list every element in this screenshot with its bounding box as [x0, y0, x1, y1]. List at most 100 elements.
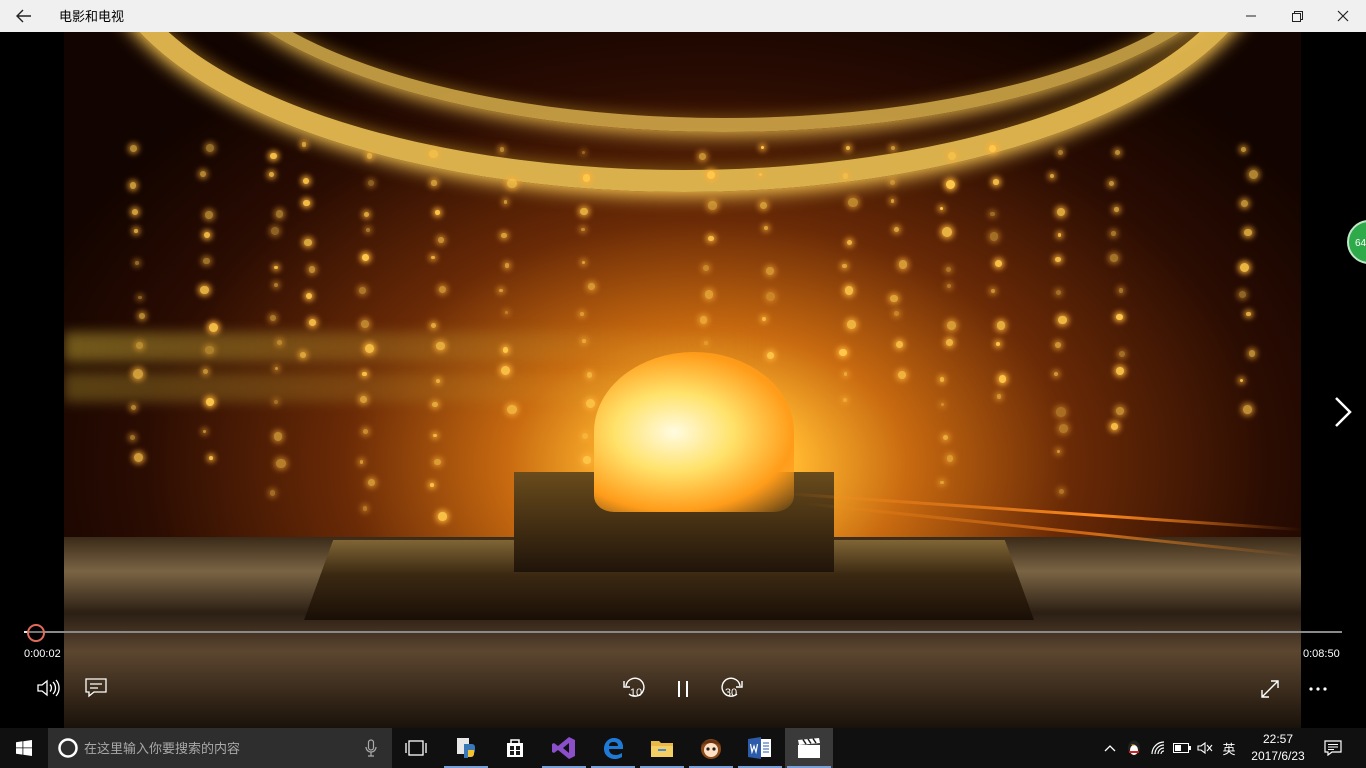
sparkle-decoration	[367, 180, 374, 187]
tray-qq[interactable]	[1123, 728, 1145, 768]
taskbar-app-avatar[interactable]	[687, 728, 735, 768]
sparkle-decoration	[206, 397, 215, 406]
sparkle-decoration	[269, 314, 277, 322]
task-view-button[interactable]	[392, 728, 440, 768]
sparkle-decoration	[897, 370, 906, 379]
sparkle-decoration	[1058, 488, 1064, 494]
pause-button[interactable]	[671, 676, 695, 702]
more-options-button[interactable]	[1304, 676, 1332, 702]
sparkle-decoration	[366, 152, 373, 159]
clock-date: 2017/6/23	[1251, 749, 1305, 763]
sparkle-decoration	[996, 341, 1000, 346]
sparkle-decoration	[274, 265, 278, 269]
sparkle-decoration	[587, 372, 593, 378]
sparkle-decoration	[890, 199, 895, 203]
tray-volume[interactable]	[1194, 728, 1216, 768]
sparkle-decoration	[362, 371, 367, 377]
subtitles-button[interactable]	[82, 676, 110, 700]
sparkle-decoration	[583, 456, 591, 464]
tray-battery[interactable]	[1171, 728, 1193, 768]
taskbar-app-file-explorer[interactable]	[638, 728, 686, 768]
sparkle-decoration	[438, 285, 446, 293]
sparkle-decoration	[842, 397, 847, 402]
sparkle-decoration	[582, 150, 586, 154]
taskbar-search-box[interactable]: 在这里输入你要搜索的内容	[48, 728, 392, 768]
sparkle-decoration	[763, 226, 768, 231]
total-time: 0:08:50	[1303, 648, 1340, 660]
sparkle-decoration	[299, 351, 306, 358]
sparkle-decoration	[839, 349, 847, 357]
sparkle-decoration	[200, 285, 209, 294]
window-title: 电影和电视	[59, 9, 125, 24]
sparkle-decoration	[1111, 231, 1117, 236]
sparkle-decoration	[990, 211, 995, 217]
sparkle-decoration	[269, 490, 276, 496]
sparkle-decoration	[998, 375, 1007, 383]
close-button[interactable]	[1320, 0, 1366, 32]
skip-forward-button[interactable]: 30	[716, 676, 746, 702]
show-hidden-icons-button[interactable]	[1100, 728, 1120, 768]
side-badge[interactable]: 64	[1347, 220, 1366, 264]
penguin-icon	[1128, 740, 1140, 756]
taskbar-app-visual-studio[interactable]	[540, 728, 588, 768]
clock[interactable]: 22:57 2017/6/23	[1244, 731, 1312, 765]
sparkle-decoration	[894, 227, 900, 233]
sparkle-decoration	[503, 200, 507, 204]
sparkle-decoration	[895, 340, 903, 349]
sparkle-decoration	[946, 283, 952, 289]
sparkle-decoration	[847, 239, 853, 245]
sparkle-decoration	[704, 341, 708, 345]
chevron-up-icon	[1104, 745, 1116, 752]
action-center-button[interactable]	[1318, 728, 1348, 768]
chevron-right-icon	[1335, 397, 1352, 427]
sparkle-decoration	[580, 312, 584, 316]
back-arrow-icon	[16, 9, 31, 23]
sparkle-decoration	[990, 289, 996, 294]
sparkle-decoration	[205, 211, 214, 220]
sparkle-decoration	[704, 290, 714, 299]
seek-bar[interactable]	[24, 631, 1342, 633]
sparkle-decoration	[890, 145, 895, 150]
sparkle-decoration	[273, 432, 282, 441]
start-button[interactable]	[0, 728, 48, 768]
sparkle-decoration	[432, 401, 438, 408]
volume-button[interactable]	[34, 676, 62, 700]
volume-muted-icon	[1197, 741, 1213, 755]
microphone-icon[interactable]	[365, 739, 377, 757]
sparkle-decoration	[708, 201, 717, 210]
sparkle-decoration	[699, 153, 706, 160]
sparkle-decoration	[765, 267, 774, 276]
sparkle-decoration	[702, 265, 709, 271]
fullscreen-button[interactable]	[1256, 676, 1284, 702]
sparkle-decoration	[205, 345, 214, 354]
folder-icon	[651, 741, 673, 757]
back-button[interactable]	[8, 4, 40, 28]
sparkle-decoration	[505, 311, 509, 315]
fullscreen-icon	[1261, 680, 1279, 698]
sparkle-decoration	[1058, 315, 1067, 325]
video-area[interactable]: 64	[0, 32, 1366, 728]
sparkle-decoration	[1240, 378, 1244, 383]
sparkle-decoration	[1054, 256, 1061, 263]
sparkle-decoration	[202, 430, 206, 434]
restore-button[interactable]	[1274, 0, 1320, 32]
sparkle-decoration	[133, 453, 143, 463]
taskbar-app-python[interactable]	[442, 728, 490, 768]
sparkle-decoration	[270, 226, 280, 236]
minimize-button[interactable]	[1228, 0, 1274, 32]
taskbar-app-store[interactable]	[491, 728, 539, 768]
taskbar-app-movies-tv[interactable]	[785, 728, 833, 768]
skip-back-button[interactable]: 10	[620, 676, 650, 702]
taskbar-app-word[interactable]	[736, 728, 784, 768]
tray-network[interactable]	[1148, 728, 1170, 768]
sparkle-decoration	[1116, 406, 1124, 415]
sparkle-decoration	[203, 232, 211, 239]
taskbar-app-edge[interactable]	[589, 728, 637, 768]
input-method-indicator[interactable]: 英	[1218, 728, 1240, 768]
minimize-icon	[1246, 15, 1256, 17]
windows-logo-icon	[16, 740, 32, 756]
next-video-button[interactable]	[1328, 394, 1356, 430]
sparkle-decoration	[943, 434, 949, 440]
battery-icon	[1173, 743, 1191, 753]
sparkle-decoration	[359, 287, 366, 295]
